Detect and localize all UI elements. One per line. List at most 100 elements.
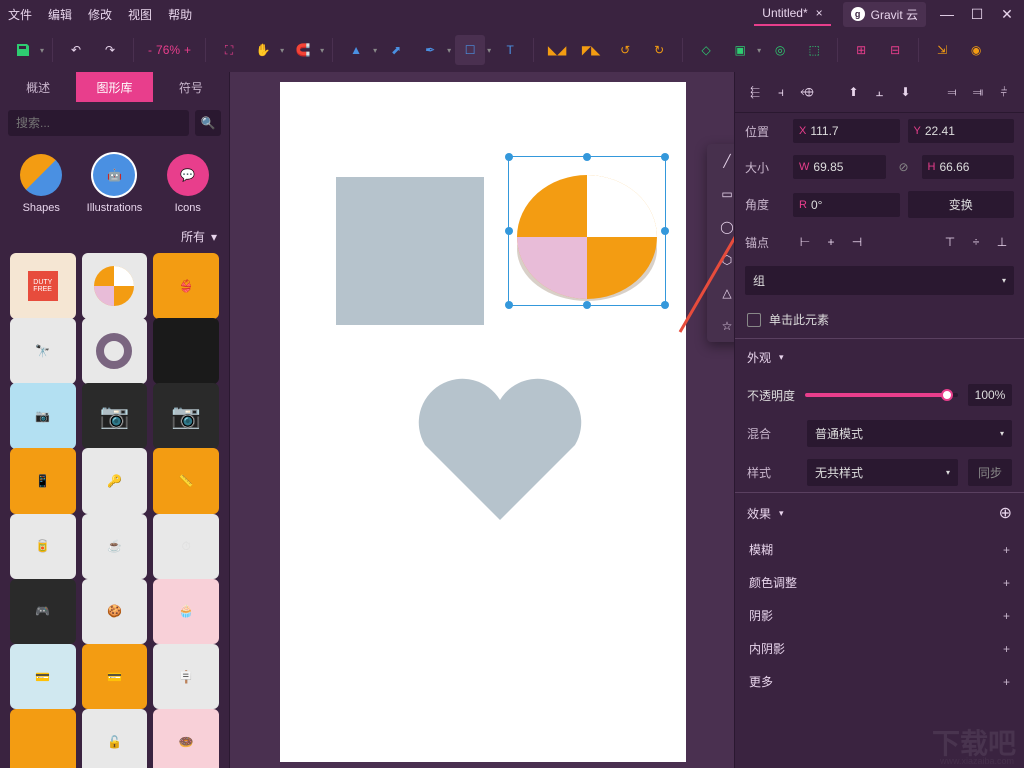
- menu-edit[interactable]: 编辑: [48, 6, 72, 23]
- opacity-slider[interactable]: [805, 393, 958, 397]
- library-item[interactable]: DUTYFREE: [10, 253, 76, 319]
- close-icon[interactable]: ✕: [998, 6, 1016, 23]
- library-item[interactable]: 📷: [10, 383, 76, 449]
- menu-file[interactable]: 文件: [8, 6, 32, 23]
- sync-style-button[interactable]: 同步: [968, 459, 1012, 486]
- y-input[interactable]: Y22.41: [908, 119, 1015, 143]
- save-dropdown-icon[interactable]: ▾: [40, 46, 44, 55]
- library-item[interactable]: 📷: [82, 383, 148, 449]
- page-artboard[interactable]: [280, 82, 686, 762]
- transform-button[interactable]: 变换: [908, 191, 1015, 218]
- plus-icon[interactable]: +: [1003, 576, 1010, 590]
- anchor-middle-button[interactable]: ÷: [964, 230, 988, 254]
- library-item[interactable]: 📷: [153, 383, 219, 449]
- filter-dropdown[interactable]: 所有 ▾: [181, 228, 217, 245]
- menu-item-ellipse[interactable]: ◯椭圆E: [707, 210, 734, 243]
- library-item[interactable]: 💳: [82, 644, 148, 710]
- effect-shadow[interactable]: 阴影+: [735, 599, 1024, 632]
- heart-shape[interactable]: [415, 370, 585, 520]
- canvas[interactable]: ╱直线L ▭矩形R ◯椭圆E ⬡多边形 △三角形 ☆星形: [230, 72, 734, 768]
- align-center-v-button[interactable]: ⫠: [868, 80, 892, 104]
- anchor-left-button[interactable]: ⊢: [793, 230, 817, 254]
- effect-inner-shadow[interactable]: 内阴影+: [735, 632, 1024, 665]
- library-item[interactable]: ⏱: [153, 514, 219, 580]
- category-illustrations[interactable]: 🤖 Illustrations: [87, 154, 143, 214]
- align-bottom-button[interactable]: ⬇: [894, 80, 918, 104]
- pen-tool[interactable]: ✒: [415, 35, 445, 65]
- library-item[interactable]: [82, 318, 148, 384]
- library-item[interactable]: 🎮: [10, 579, 76, 645]
- boolean-dropdown-icon[interactable]: ▾: [757, 46, 761, 55]
- text-tool[interactable]: T: [495, 35, 525, 65]
- group-button[interactable]: ⊞: [846, 35, 876, 65]
- opacity-value[interactable]: 100%: [968, 384, 1012, 406]
- snap-button[interactable]: 🧲: [288, 35, 318, 65]
- library-item[interactable]: 💳: [10, 644, 76, 710]
- menu-item-rectangle[interactable]: ▭矩形R: [707, 177, 734, 210]
- x-input[interactable]: X111.7: [793, 119, 900, 143]
- height-input[interactable]: H66.66: [922, 155, 1015, 179]
- anchor-right-button[interactable]: ⊣: [845, 230, 869, 254]
- library-item[interactable]: 🔓: [82, 709, 148, 768]
- rotation-input[interactable]: R0°: [793, 193, 900, 217]
- search-input[interactable]: [8, 110, 189, 136]
- maximize-icon[interactable]: ☐: [968, 6, 986, 23]
- library-item[interactable]: 🧁: [153, 579, 219, 645]
- path-edit-button[interactable]: ◇: [691, 35, 721, 65]
- pen-dropdown-icon[interactable]: ▾: [447, 46, 451, 55]
- effects-section-header[interactable]: 效果 ▾ ⊕: [735, 492, 1024, 533]
- plus-icon[interactable]: +: [1003, 609, 1010, 623]
- library-item[interactable]: 📱: [10, 448, 76, 514]
- flip-horizontal-button[interactable]: ◣◢: [542, 35, 572, 65]
- shared-style-dropdown[interactable]: 无共样式▾: [807, 459, 958, 486]
- fullscreen-button[interactable]: ⛶: [214, 35, 244, 65]
- add-effect-icon[interactable]: ⊕: [999, 503, 1012, 523]
- appearance-section-header[interactable]: 外观 ▾: [735, 338, 1024, 376]
- menu-item-star[interactable]: ☆星形: [707, 309, 734, 342]
- menu-item-polygon[interactable]: ⬡多边形: [707, 243, 734, 276]
- zoom-level[interactable]: -76%+: [142, 43, 197, 57]
- menu-help[interactable]: 帮助: [168, 6, 192, 23]
- menu-view[interactable]: 视图: [128, 6, 152, 23]
- pointer-dropdown-icon[interactable]: ▾: [373, 46, 377, 55]
- document-tab[interactable]: Untitled* ×: [754, 2, 830, 26]
- group-dropdown[interactable]: 组 ▾: [745, 266, 1014, 295]
- effect-color-adjust[interactable]: 颜色调整+: [735, 566, 1024, 599]
- effect-blur[interactable]: 模糊+: [735, 533, 1024, 566]
- width-input[interactable]: W69.85: [793, 155, 886, 179]
- rotate-cw-button[interactable]: ↻: [644, 35, 674, 65]
- undo-button[interactable]: ↶: [61, 35, 91, 65]
- tab-library[interactable]: 图形库: [76, 72, 152, 102]
- compound-button[interactable]: ⬚: [799, 35, 829, 65]
- link-size-icon[interactable]: ⊘: [894, 160, 914, 174]
- menu-item-line[interactable]: ╱直线L: [707, 144, 734, 177]
- align-center-h-button[interactable]: ⫞: [769, 80, 793, 104]
- pan-button[interactable]: ✋: [248, 35, 278, 65]
- snap-dropdown-icon[interactable]: ▾: [320, 46, 324, 55]
- library-item[interactable]: ☕: [82, 514, 148, 580]
- library-item[interactable]: 🔑: [82, 448, 148, 514]
- redo-button[interactable]: ↷: [95, 35, 125, 65]
- align-left-button[interactable]: ⬱: [743, 80, 767, 104]
- library-item[interactable]: 🪧: [153, 644, 219, 710]
- category-shapes[interactable]: Shapes: [20, 154, 62, 214]
- anchor-center-button[interactable]: +: [819, 230, 843, 254]
- boolean-button[interactable]: ▣: [725, 35, 755, 65]
- library-item[interactable]: 🍩: [153, 709, 219, 768]
- mask-button[interactable]: ◎: [765, 35, 795, 65]
- selected-object[interactable]: [508, 156, 666, 306]
- menu-modify[interactable]: 修改: [88, 6, 112, 23]
- shape-tool[interactable]: ☐: [455, 35, 485, 65]
- save-button[interactable]: [8, 35, 38, 65]
- library-item[interactable]: 👙: [153, 253, 219, 319]
- blend-mode-dropdown[interactable]: 普通模式▾: [807, 420, 1012, 447]
- menu-item-triangle[interactable]: △三角形: [707, 276, 734, 309]
- align-right-button[interactable]: ⬲: [795, 80, 819, 104]
- preview-button[interactable]: ◉: [961, 35, 991, 65]
- library-item[interactable]: 🍪: [82, 579, 148, 645]
- library-item[interactable]: [10, 709, 76, 768]
- rotate-ccw-button[interactable]: ↺: [610, 35, 640, 65]
- anchor-bottom-button[interactable]: ⊥: [990, 230, 1014, 254]
- pan-dropdown-icon[interactable]: ▾: [280, 46, 284, 55]
- plus-icon[interactable]: +: [1003, 675, 1010, 689]
